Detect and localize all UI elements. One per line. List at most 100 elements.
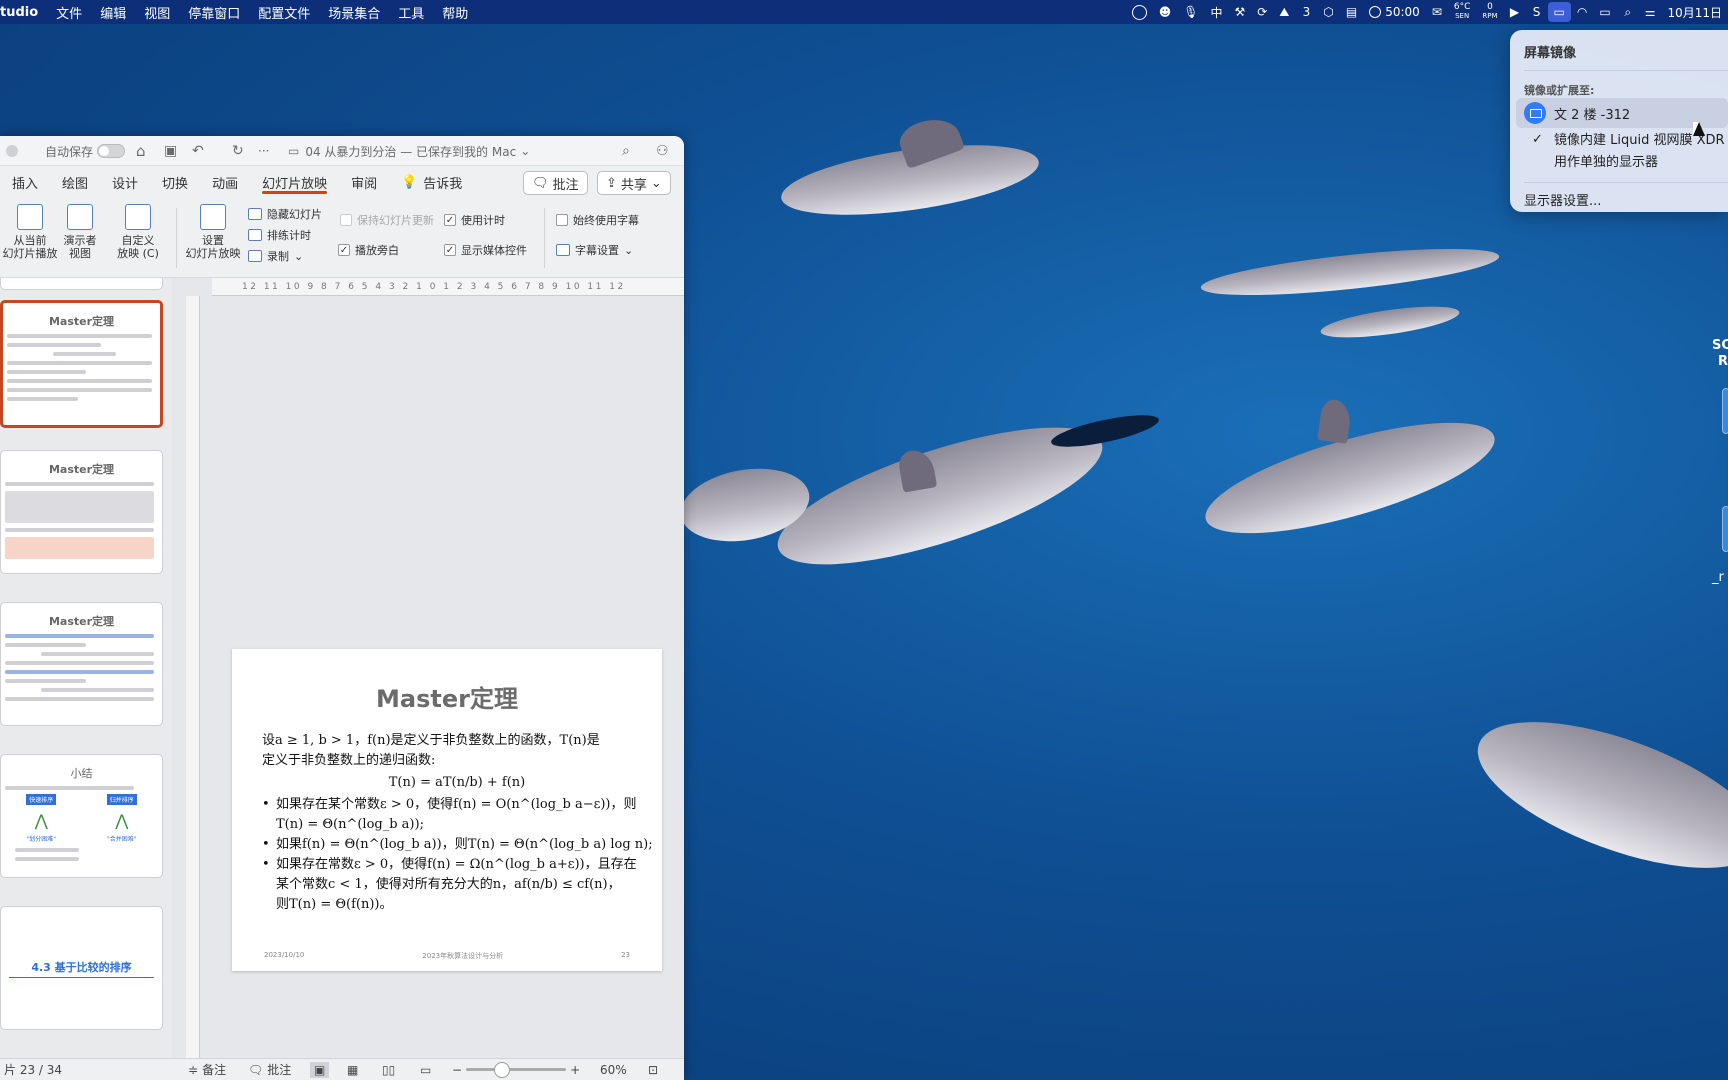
tab-design[interactable]: 设计 [100,166,150,198]
account-icon[interactable]: ⚇ [656,136,669,166]
tab-insert[interactable]: 插入 [0,166,50,198]
play-from-current-button[interactable]: 从当前 幻灯片播放 [2,204,58,260]
presenter-view-button[interactable]: 演示者 视图 [60,204,100,260]
desktop-label[interactable]: SC [1712,338,1728,353]
slide-thumbnail[interactable]: Master定理 [0,450,163,574]
timer-icon[interactable]: 50:00 [1363,0,1426,24]
tab-review[interactable]: 审阅 [339,166,389,198]
wechat-icon[interactable]: ✉ [1426,0,1448,24]
desktop-label[interactable]: _r [1712,570,1724,585]
slide-thumbnail[interactable]: Master定理 [0,602,163,726]
share-button[interactable]: ⇪ 共享 ⌄ [597,171,671,195]
control-center-icon[interactable]: ⚌ [1639,0,1662,24]
redo-icon[interactable]: ↻ [232,136,244,166]
window-icon[interactable]: ▤ [1340,0,1363,24]
menu-file[interactable]: 文件 [47,3,91,22]
microphone-icon[interactable]: 🎙 [1177,0,1204,24]
undo-icon[interactable]: ↶ [192,136,204,166]
timer-value: 50:00 [1385,5,1420,19]
record-button[interactable]: 录制 ⌄ [248,248,303,264]
tab-tell-me[interactable]: 💡 告诉我 [389,166,474,198]
menu-scene-collection[interactable]: 场景集合 [319,3,389,22]
notes-button[interactable]: ≑ 备注 [188,1061,226,1078]
slide-thumbnail[interactable]: 4.3 基于比较的排序 [0,906,163,1030]
menu-tools[interactable]: 工具 [389,3,433,22]
play-narration-checkbox[interactable]: ✓ 播放旁白 [338,242,399,258]
comments-button[interactable]: 🗨 批注 [523,171,588,195]
ribbon-slideshow: 从当前 幻灯片播放 演示者 视图 自定义 放映 (C) 设置 幻灯片放映 隐藏幻… [0,198,684,278]
keep-updated-checkbox[interactable]: 保持幻灯片更新 [340,212,434,228]
rpm-status[interactable]: 0 RPM [1476,0,1503,24]
footer-page: 23 [621,951,630,959]
screen-mirroring-icon[interactable]: ▭ [1547,2,1571,22]
slide-thumbnail-selected[interactable]: Master定理 [0,300,163,428]
autosave-toggle[interactable]: 自动保存 [45,136,126,166]
current-slide[interactable]: Master定理 设a ≥ 1, b > 1，f(n)是定义于非负整数上的函数，… [232,649,662,971]
search-icon[interactable]: ⌕ [1617,0,1639,24]
desktop-folder-icon[interactable] [1722,388,1728,434]
weather-status[interactable]: 6°C SEN [1448,0,1477,24]
menu-edit[interactable]: 编辑 [91,3,135,22]
notification-badge-icon[interactable]: 3 [1295,0,1317,24]
fit-to-window-icon[interactable]: ⊡ [648,1063,658,1077]
cube-icon[interactable]: ⬡ [1317,0,1339,24]
status-app-icon[interactable] [1126,0,1153,24]
tab-draw[interactable]: 绘图 [50,166,100,198]
zoom-out-icon[interactable]: − [452,1063,462,1077]
always-subtitles-checkbox[interactable]: 始终使用字幕 [556,212,639,228]
reading-view-icon[interactable]: ▯▯ [382,1063,395,1077]
normal-view-icon[interactable]: ▣ [310,1061,330,1078]
zoom-control[interactable]: − + [452,1062,580,1078]
save-icon[interactable]: ▣ [164,136,177,166]
clock[interactable]: 10月11日 [1661,0,1728,24]
emoji-icon[interactable]: ☻ [1153,0,1178,24]
menu-help[interactable]: 帮助 [433,3,477,22]
sync-icon[interactable]: ⟳ [1251,0,1273,24]
s-app-icon[interactable]: S [1526,0,1548,24]
show-media-controls-checkbox[interactable]: ✓ 显示媒体控件 [444,242,527,258]
zoom-level[interactable]: 60% [600,1063,627,1077]
tool-icon[interactable]: ⚒ [1228,0,1251,24]
tab-slideshow[interactable]: 幻灯片放映 [250,166,339,198]
desktop-label[interactable]: R [1718,354,1728,369]
slide-sorter-icon[interactable]: ▦ [347,1063,358,1077]
menu-view[interactable]: 视图 [135,3,179,22]
subtitle-settings-button[interactable]: 字幕设置 ⌄ [556,242,633,258]
hide-slide-button[interactable]: 隐藏幻灯片 [248,206,322,222]
play-icon[interactable]: ▶ [1504,0,1526,24]
setup-slideshow-button[interactable]: 设置 幻灯片放映 [184,204,242,260]
tab-animations[interactable]: 动画 [200,166,250,198]
slideshow-view-icon[interactable]: ▭ [420,1063,431,1077]
slide-title[interactable]: Master定理 [232,679,662,714]
home-icon[interactable]: ⌂ [136,136,146,166]
battery-icon[interactable]: ▭ [1593,0,1616,24]
slide-thumbnail[interactable] [0,278,163,290]
comments-status-button[interactable]: 🗨 批注 [248,1061,291,1078]
slide-thumbnail[interactable]: 小结 快速排序 归并排序 ⋀ ⋀ "划分困难" "合并困难" [0,754,163,878]
window-close-button[interactable] [6,136,18,166]
zoom-in-icon[interactable]: + [570,1063,580,1077]
wifi-icon[interactable]: ◠ [1571,0,1593,24]
slide-text: 设a ≥ 1, b > 1，f(n)是定义于非负整数上的函数，T(n)是 [262,733,600,748]
app-menu-name[interactable]: tudio [0,5,47,20]
zoom-slider[interactable] [466,1062,567,1078]
slide-body[interactable]: 设a ≥ 1, b > 1，f(n)是定义于非负整数上的函数，T(n)是 定义于… [262,731,653,915]
slide-editor[interactable]: 12 11 10 9 8 7 6 5 4 3 2 1 0 1 2 3 4 5 6… [172,278,684,1058]
tab-transitions[interactable]: 切换 [150,166,200,198]
thumb-text-line [41,688,154,692]
document-title[interactable]: ▭ 04 从暴力到分治 — 已保存到我的 Mac ⌄ [288,136,530,166]
rehearse-timings-button[interactable]: 排练计时 [248,227,311,243]
input-method-icon[interactable]: 中 [1204,0,1228,24]
rpm-value: 0 [1487,2,1493,12]
toggle-switch[interactable] [97,144,126,158]
search-icon[interactable]: ⌕ [622,136,630,166]
mountain-icon[interactable]: ⛰ [1273,0,1295,24]
more-icon[interactable]: ··· [258,136,269,166]
custom-slideshow-button[interactable]: 自定义 放映 (C) [108,204,168,260]
desktop-folder-icon[interactable] [1722,506,1728,552]
display-settings-link[interactable]: 显示器设置... [1524,190,1601,209]
menu-profile[interactable]: 配置文件 [249,3,319,22]
separate-display-option[interactable]: 用作单独的显示器 [1554,152,1728,174]
use-timings-checkbox[interactable]: ✓ 使用计时 [444,212,505,228]
menu-docks[interactable]: 停靠窗口 [179,3,249,22]
